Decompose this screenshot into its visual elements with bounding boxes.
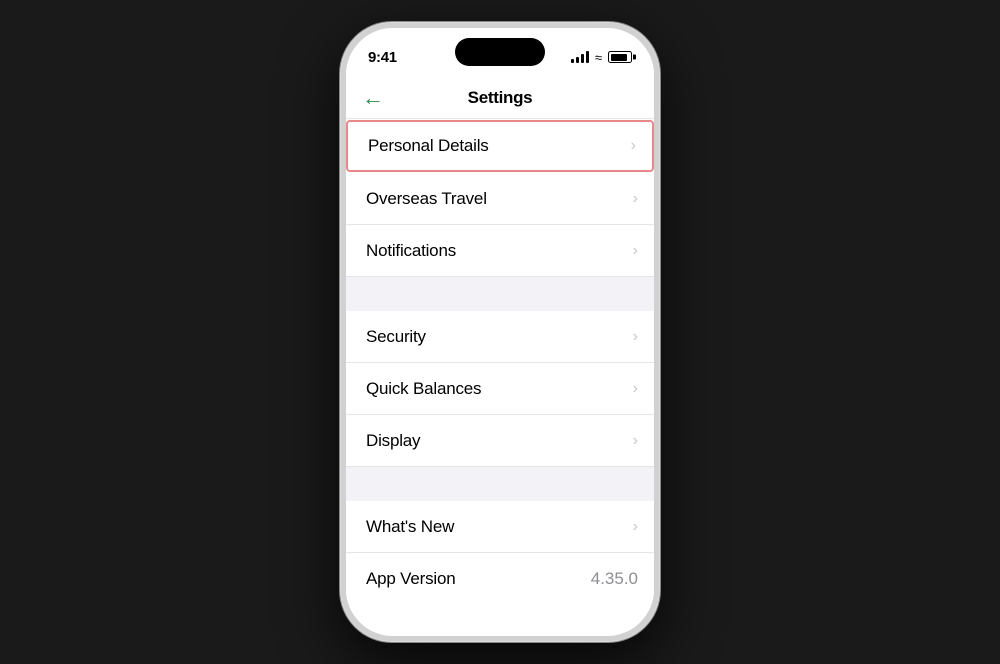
chevron-right-icon: ›: [633, 432, 638, 450]
settings-item[interactable]: Quick Balances ›: [346, 363, 654, 415]
phone-frame: 9:41 ≈ ← Settings: [340, 22, 660, 642]
settings-item[interactable]: App Version 4.35.0: [346, 553, 654, 605]
section-divider: [346, 277, 654, 311]
dynamic-island: [455, 38, 545, 66]
settings-list: Personal Details › Overseas Travel › Not…: [346, 119, 654, 636]
chevron-right-icon: ›: [633, 328, 638, 346]
battery-icon: [608, 51, 632, 63]
settings-item[interactable]: Security ›: [346, 311, 654, 363]
chevron-right-icon: ›: [631, 137, 636, 155]
wifi-icon: ≈: [595, 50, 602, 65]
settings-item[interactable]: Overseas Travel ›: [346, 173, 654, 225]
status-time: 9:41: [368, 49, 397, 66]
settings-item[interactable]: Personal Details ›: [346, 120, 654, 172]
settings-item[interactable]: Display ›: [346, 415, 654, 467]
phone-screen: 9:41 ≈ ← Settings: [346, 28, 654, 636]
section-divider: [346, 467, 654, 501]
page-title: Settings: [468, 88, 533, 108]
signal-icon: [571, 51, 589, 63]
settings-item[interactable]: Notifications ›: [346, 225, 654, 277]
settings-item[interactable]: What's New ›: [346, 501, 654, 553]
page-header: ← Settings: [346, 76, 654, 119]
status-icons: ≈: [571, 50, 632, 65]
chevron-right-icon: ›: [633, 190, 638, 208]
chevron-right-icon: ›: [633, 380, 638, 398]
chevron-right-icon: ›: [633, 242, 638, 260]
chevron-right-icon: ›: [633, 518, 638, 536]
back-button[interactable]: ←: [362, 87, 384, 109]
